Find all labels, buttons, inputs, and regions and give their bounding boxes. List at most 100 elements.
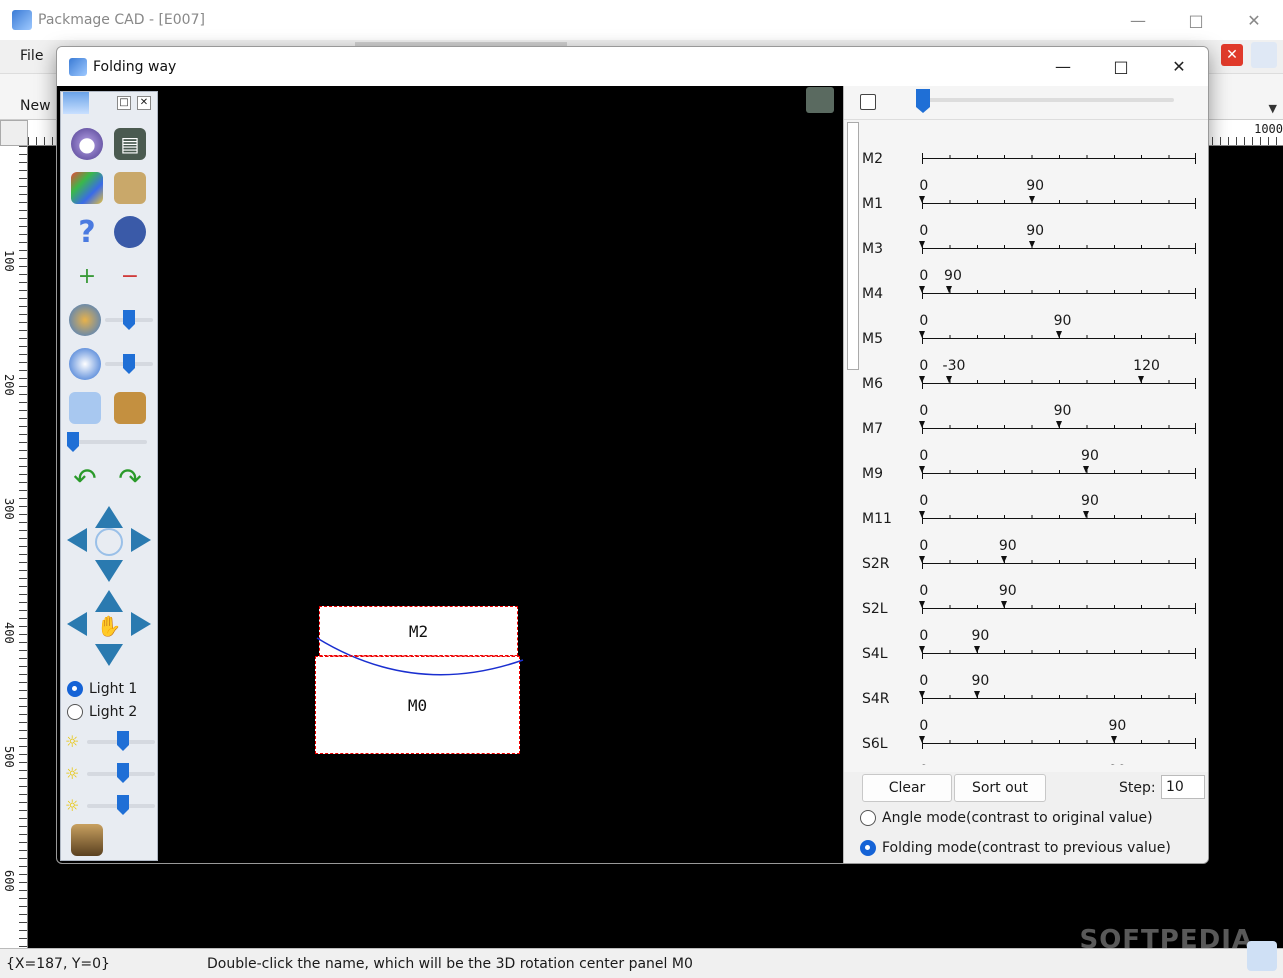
light-brightness-slider-thumb[interactable] — [117, 731, 129, 751]
fold-row-marker[interactable] — [1056, 421, 1062, 428]
fold-row-marker[interactable] — [1028, 241, 1035, 248]
rotate-box-icon[interactable] — [69, 304, 101, 336]
fold-row-name[interactable]: M9 — [862, 466, 883, 482]
rotate-down-icon[interactable] — [95, 560, 123, 582]
fold-box-icon[interactable] — [114, 392, 146, 424]
fold-row-name[interactable]: S4L — [862, 646, 888, 662]
fold-row-marker[interactable] — [919, 196, 925, 203]
toolbar-scroll-down-icon[interactable]: ▼ — [1269, 102, 1277, 115]
fold-row-marker[interactable] — [946, 376, 953, 383]
scroll-texture-icon[interactable] — [114, 172, 146, 204]
fold-row-marker[interactable] — [1138, 376, 1145, 383]
fold-row-marker[interactable] — [1110, 736, 1117, 743]
folding-mode-radio[interactable]: Folding mode(contrast to previous value) — [860, 840, 1171, 856]
fold-row-name[interactable]: S4R — [862, 691, 890, 707]
fold-row-marker[interactable] — [919, 241, 925, 248]
fold-row-marker[interactable] — [1056, 331, 1062, 338]
angle-mode-radio-dot[interactable] — [860, 810, 876, 826]
fold-row-marker[interactable] — [919, 286, 925, 293]
light-2-radio-dot[interactable] — [67, 704, 83, 720]
fold-row-name[interactable]: M2 — [862, 151, 883, 167]
fold-row-name[interactable]: M1 — [862, 196, 883, 212]
user-avatar-icon[interactable] — [1251, 42, 1277, 68]
unfold-icon[interactable] — [69, 392, 101, 424]
fold-row-marker[interactable] — [919, 691, 925, 698]
fold-row-marker[interactable] — [973, 691, 980, 698]
zoom-out-icon[interactable]: − — [114, 260, 146, 292]
recorder-tool-icon[interactable]: ▤ — [114, 128, 146, 160]
dialog-close-button[interactable]: ✕ — [1150, 47, 1208, 86]
fold-row-marker[interactable] — [1001, 556, 1008, 563]
toolbar-new-button[interactable]: New — [20, 98, 51, 114]
rotate-up-icon[interactable] — [95, 506, 123, 528]
fold-row-name[interactable]: S6L — [862, 736, 888, 752]
clear-button[interactable]: Clear — [862, 774, 952, 802]
folding-mode-radio-dot[interactable] — [860, 840, 876, 856]
fold-row-marker[interactable] — [919, 331, 925, 338]
step-input[interactable]: 10 — [1161, 775, 1205, 799]
fold-row-name[interactable]: M7 — [862, 421, 883, 437]
material-texture-icon[interactable] — [71, 824, 103, 856]
toolbox-close-button[interactable]: ✕ — [137, 96, 151, 110]
light-ambient-slider-thumb[interactable] — [117, 795, 129, 815]
fold-slider-track[interactable] — [69, 440, 147, 444]
fold-row-name[interactable]: S2L — [862, 601, 888, 617]
refresh-rotate-icon[interactable] — [69, 348, 101, 380]
fold-row-name[interactable]: S2R — [862, 556, 890, 572]
hand-pan-icon[interactable]: ✋ — [95, 612, 123, 640]
fold-row-marker[interactable] — [946, 286, 953, 293]
camera-icon[interactable] — [114, 216, 146, 248]
help-icon[interactable]: ? — [71, 215, 103, 250]
fold-row-marker[interactable] — [1083, 466, 1090, 473]
fold-row-marker[interactable] — [1083, 511, 1090, 518]
pan-down-icon[interactable] — [95, 644, 123, 666]
monitor-view-icon[interactable]: ● — [71, 128, 103, 160]
fold-row-name[interactable]: M6 — [862, 376, 883, 392]
rotate-left-icon[interactable] — [67, 528, 87, 552]
undo-arrow-icon[interactable]: ↶ — [69, 462, 101, 495]
app-minimize-button[interactable]: — — [1109, 0, 1167, 40]
fold-row-marker[interactable] — [919, 646, 925, 653]
menu-file[interactable]: File — [20, 48, 43, 64]
fold-row-name[interactable]: M4 — [862, 286, 883, 302]
recorder-icon[interactable] — [806, 87, 834, 113]
fold-row-marker[interactable] — [919, 421, 925, 428]
fold-row-name[interactable]: M5 — [862, 331, 883, 347]
toolbox-minimize-button[interactable]: □ — [117, 96, 131, 110]
dialog-maximize-button[interactable]: □ — [1092, 47, 1150, 86]
pan-left-icon[interactable] — [67, 612, 87, 636]
fold-row-marker[interactable] — [919, 511, 925, 518]
sort-out-button[interactable]: Sort out — [954, 774, 1046, 802]
fold-row-name[interactable]: M3 — [862, 241, 883, 257]
light-1-radio-dot[interactable] — [67, 681, 83, 697]
fold-slider-thumb[interactable] — [67, 432, 79, 452]
dialog-minimize-button[interactable]: — — [1034, 47, 1092, 86]
3d-viewport[interactable]: □ ✕ ● ▤ ? + − ↶ ↷ ✋ Light 1 Light 2 ☼ ☼ … — [57, 86, 843, 863]
light-1-radio[interactable]: Light 1 — [67, 681, 137, 697]
pan-right-icon[interactable] — [131, 612, 151, 636]
fold-row-marker[interactable] — [919, 556, 925, 563]
angle-mode-radio[interactable]: Angle mode(contrast to original value) — [860, 810, 1153, 826]
fold-row-name[interactable]: M11 — [862, 511, 892, 527]
fold-row-marker[interactable] — [973, 646, 980, 653]
speed-slider-thumb[interactable] — [123, 354, 135, 374]
rotate-right-icon[interactable] — [131, 528, 151, 552]
app-maximize-button[interactable]: □ — [1167, 0, 1225, 40]
color-palette-icon[interactable] — [71, 172, 103, 204]
fold-row-marker[interactable] — [1028, 196, 1035, 203]
fold-all-checkbox[interactable] — [860, 94, 876, 110]
light-contrast-slider-thumb[interactable] — [117, 763, 129, 783]
assistant-avatar-icon[interactable] — [1247, 941, 1277, 971]
fold-rows-scrollbar[interactable] — [847, 122, 859, 370]
close-document-icon[interactable]: ✕ — [1221, 44, 1243, 66]
fold-row-marker[interactable] — [1001, 601, 1008, 608]
pan-up-icon[interactable] — [95, 590, 123, 612]
fold-row-marker[interactable] — [919, 376, 925, 383]
redo-arrow-icon[interactable]: ↷ — [114, 462, 146, 495]
zoom-in-icon[interactable]: + — [71, 260, 103, 292]
rotate-center-icon[interactable] — [95, 528, 123, 556]
master-fold-slider-track[interactable] — [920, 98, 1174, 102]
app-close-button[interactable]: ✕ — [1225, 0, 1283, 40]
rotate-slider-thumb[interactable] — [123, 310, 135, 330]
light-2-radio[interactable]: Light 2 — [67, 704, 137, 720]
